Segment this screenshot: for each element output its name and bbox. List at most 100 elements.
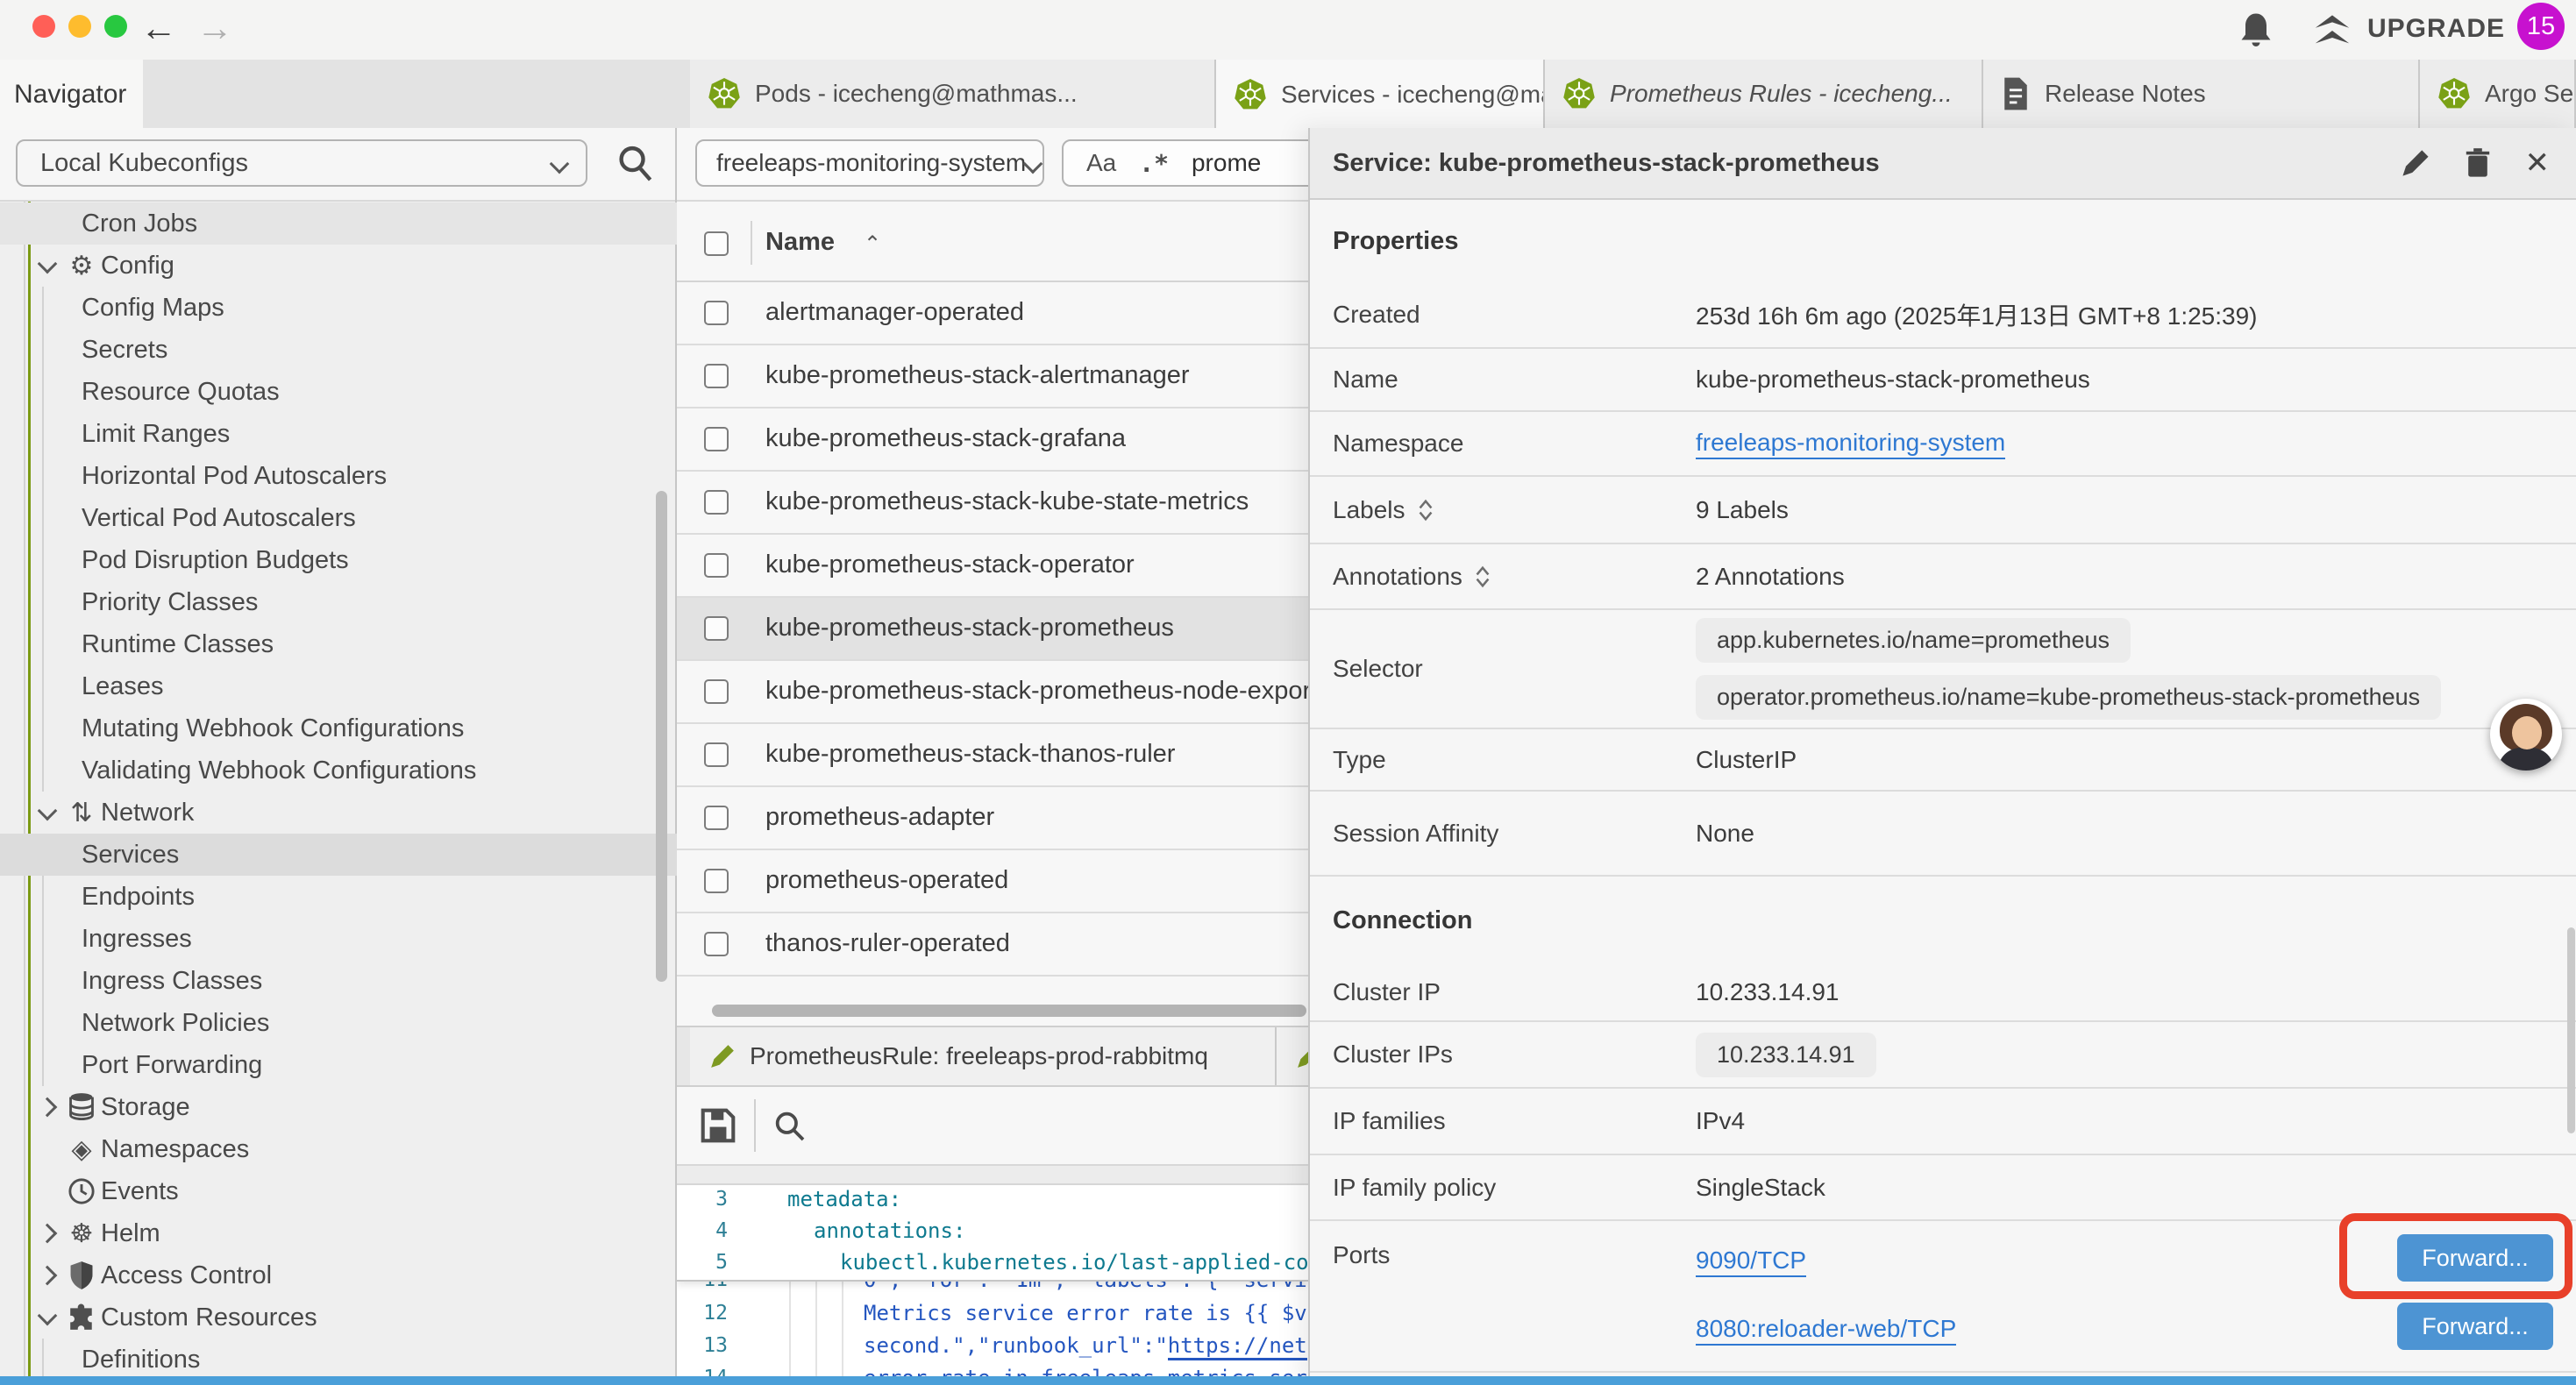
sidebar-item-config[interactable]: ⚙Config (0, 245, 677, 287)
table-row[interactable]: prometheus-operated (677, 850, 1308, 913)
sidebar-item-validating-webhook-configurations[interactable]: Validating Webhook Configurations (0, 749, 677, 792)
sidebar-item-custom-resources[interactable]: Custom Resources (0, 1296, 677, 1339)
table-row[interactable]: kube-prometheus-stack-thanos-ruler (677, 724, 1308, 787)
port-link[interactable]: 9090/TCP (1696, 1246, 1806, 1277)
sidebar-item-label: Config (101, 252, 174, 281)
row-checkbox[interactable] (704, 301, 729, 325)
sidebar-item-runtime-classes[interactable]: Runtime Classes (0, 623, 677, 665)
zoom-window-button[interactable] (104, 15, 127, 38)
sidebar-item-ingress-classes[interactable]: Ingress Classes (0, 960, 677, 1002)
sidebar-item-resource-quotas[interactable]: Resource Quotas (0, 371, 677, 413)
sidebar-item-events[interactable]: Events (0, 1170, 677, 1212)
sidebar-item-mutating-webhook-configurations[interactable]: Mutating Webhook Configurations (0, 707, 677, 749)
save-icon[interactable] (699, 1106, 737, 1145)
sidebar-item-namespaces[interactable]: ◈Namespaces (0, 1128, 677, 1170)
tab-pods-icecheng-mathmas[interactable]: Pods - icecheng@mathmas... (690, 60, 1216, 128)
row-checkbox[interactable] (704, 869, 729, 893)
upgrade-button[interactable]: UPGRADE (2367, 14, 2505, 44)
close-window-button[interactable] (32, 15, 55, 38)
namespace-selector[interactable]: freeleaps-monitoring-system (695, 139, 1044, 187)
sidebar-item-endpoints[interactable]: Endpoints (0, 876, 677, 918)
row-checkbox[interactable] (704, 490, 729, 515)
sidebar-item-network-policies[interactable]: Network Policies (0, 1002, 677, 1044)
row-checkbox[interactable] (704, 553, 729, 578)
trash-icon[interactable] (2464, 147, 2492, 179)
sidebar-item-cron-jobs[interactable]: Cron Jobs (0, 202, 677, 245)
back-icon[interactable]: ← (140, 7, 177, 49)
sidebar-item-network[interactable]: ⇅Network (0, 792, 677, 834)
sidebar-item-storage[interactable]: Storage (0, 1086, 677, 1128)
row-checkbox[interactable] (704, 679, 729, 704)
match-case-toggle[interactable]: Aa (1086, 149, 1116, 177)
sidebar-item-helm[interactable]: ☸Helm (0, 1212, 677, 1254)
regex-toggle[interactable]: .* (1139, 149, 1169, 178)
sidebar-scrollbar[interactable] (656, 491, 667, 982)
chevron-right-icon[interactable] (40, 1268, 67, 1282)
editor-tab-prometheusrule[interactable]: PrometheusRule: freeleaps-prod-rabbitmq (690, 1027, 1277, 1085)
column-header-name[interactable]: Name (765, 228, 835, 257)
expand-rows-icon[interactable] (1418, 499, 1434, 522)
table-row[interactable]: prometheus-adapter (677, 787, 1308, 850)
assistant-avatar[interactable] (2490, 699, 2562, 771)
select-all-checkbox[interactable] (704, 231, 729, 256)
chevron-down-icon[interactable] (40, 1312, 67, 1323)
row-checkbox[interactable] (704, 932, 729, 956)
search-icon[interactable] (616, 142, 654, 184)
yaml-editor[interactable]: 3metadata:4annotations:5kubectl.kubernet… (677, 1185, 1308, 1385)
table-row[interactable]: kube-prometheus-stack-kube-state-metrics (677, 472, 1308, 535)
chevron-down-icon[interactable] (40, 807, 67, 818)
notification-count-badge[interactable]: 15 (2517, 3, 2565, 50)
sidebar-item-pod-disruption-budgets[interactable]: Pod Disruption Budgets (0, 539, 677, 581)
edit-pencil-icon[interactable] (2401, 148, 2430, 178)
row-checkbox[interactable] (704, 427, 729, 451)
row-checkbox[interactable] (704, 364, 729, 388)
table-row[interactable]: kube-prometheus-stack-prometheus (677, 598, 1308, 661)
sidebar-item-limit-ranges[interactable]: Limit Ranges (0, 413, 677, 455)
tab-argo-se[interactable]: Argo Se (2420, 60, 2576, 128)
sidebar-item-ingresses[interactable]: Ingresses (0, 918, 677, 960)
kubeconfig-selector[interactable]: Local Kubeconfigs (16, 139, 587, 187)
upgrade-icon[interactable] (2311, 12, 2353, 49)
table-row[interactable]: kube-prometheus-stack-grafana (677, 408, 1308, 472)
row-checkbox[interactable] (704, 806, 729, 830)
horizontal-scrollbar[interactable] (712, 1005, 1306, 1017)
tab-release-notes[interactable]: Release Notes (1983, 60, 2420, 128)
expand-rows-icon[interactable] (1475, 565, 1491, 588)
sidebar-item-leases[interactable]: Leases (0, 665, 677, 707)
editor-tab-partial[interactable] (1277, 1027, 1308, 1085)
table-row[interactable]: kube-prometheus-stack-prometheus-node-ex… (677, 661, 1308, 724)
sidebar-item-config-maps[interactable]: Config Maps (0, 287, 677, 329)
sidebar-item-port-forwarding[interactable]: Port Forwarding (0, 1044, 677, 1086)
chevron-down-icon[interactable] (40, 260, 67, 271)
sidebar-item-secrets[interactable]: Secrets (0, 329, 677, 371)
sort-ascending-icon[interactable]: ⌃ (864, 231, 881, 257)
bell-icon[interactable] (2238, 11, 2274, 51)
sidebar-item-vertical-pod-autoscalers[interactable]: Vertical Pod Autoscalers (0, 497, 677, 539)
drawer-scrollbar[interactable] (2567, 927, 2575, 1133)
minimize-window-button[interactable] (68, 15, 91, 38)
table-row[interactable]: kube-prometheus-stack-operator (677, 535, 1308, 598)
tab-prometheus-rules-icecheng[interactable]: Prometheus Rules - icecheng... (1545, 60, 1983, 128)
chevron-right-icon[interactable] (40, 1100, 67, 1114)
row-checkbox[interactable] (704, 616, 729, 641)
table-row[interactable]: kube-prometheus-stack-alertmanager (677, 345, 1308, 408)
navigator-panel-tab[interactable]: Navigator (0, 60, 143, 130)
forward-port-button-8080[interactable]: Forward... (2397, 1303, 2553, 1350)
editor-search-icon[interactable] (772, 1108, 807, 1143)
table-row[interactable]: alertmanager-operated (677, 282, 1308, 345)
editor-top-band (677, 1166, 1308, 1185)
chevron-right-icon[interactable] (40, 1226, 67, 1240)
port-link[interactable]: 8080:reloader-web/TCP (1696, 1315, 1956, 1346)
sidebar-item-services[interactable]: Services (0, 834, 677, 876)
filter-input[interactable]: Aa .* prome (1062, 139, 1308, 187)
forward-icon[interactable]: → (196, 7, 233, 49)
table-row[interactable]: thanos-ruler-operated (677, 913, 1308, 977)
close-icon[interactable]: ✕ (2525, 146, 2551, 181)
tab-services-icecheng-math[interactable]: Services - icecheng@math...✕ (1216, 60, 1545, 130)
sidebar-item-access-control[interactable]: Access Control (0, 1254, 677, 1296)
sidebar-item-priority-classes[interactable]: Priority Classes (0, 581, 677, 623)
row-checkbox[interactable] (704, 742, 729, 767)
sidebar-item-horizontal-pod-autoscalers[interactable]: Horizontal Pod Autoscalers (0, 455, 677, 497)
namespace-link[interactable]: freeleaps-monitoring-system (1696, 429, 2005, 459)
sidebar-item-definitions[interactable]: Definitions (0, 1339, 677, 1381)
